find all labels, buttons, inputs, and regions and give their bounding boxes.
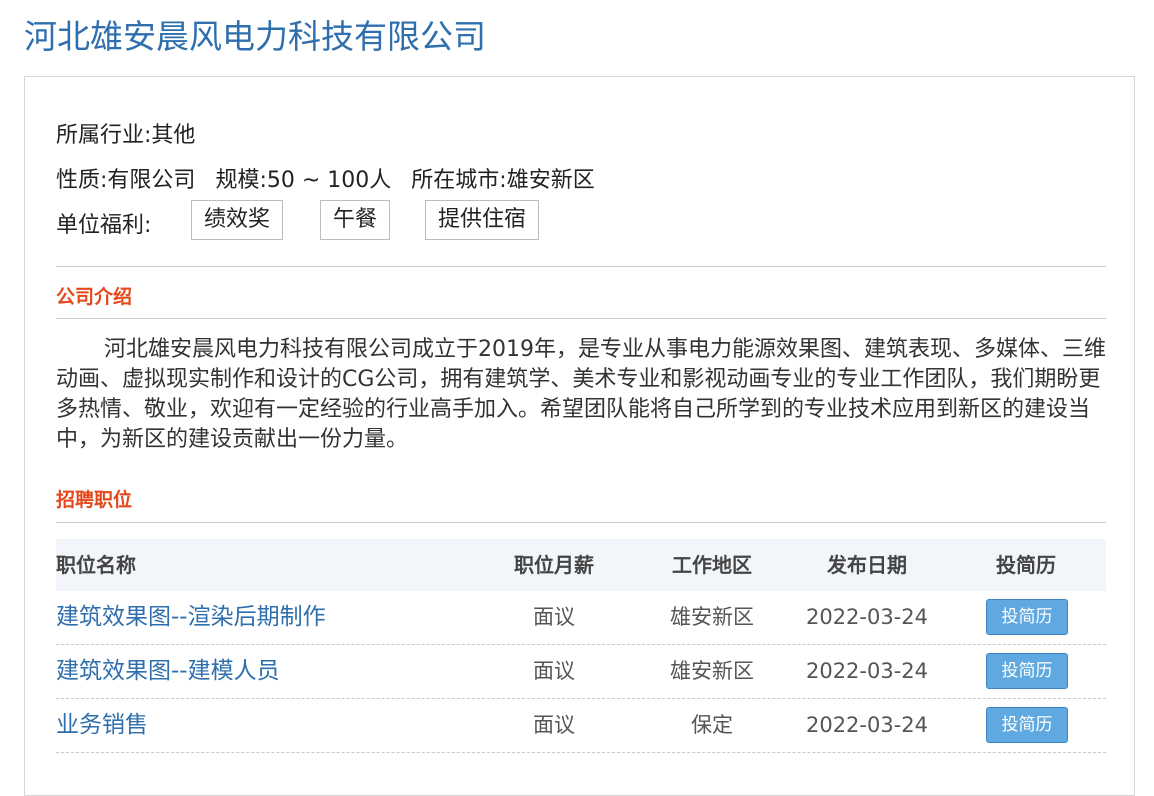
header-date: 发布日期	[827, 553, 907, 577]
jobs-section-title: 招聘职位	[56, 489, 133, 511]
job-title-link[interactable]: 建筑效果图--渲染后期制作	[56, 591, 326, 643]
company-intro-text: 河北雄安晨风电力科技有限公司成立于2019年，是专业从事电力能源效果图、建筑表现…	[56, 337, 1106, 452]
city-label: 所在城市:	[411, 168, 507, 193]
header-area: 工作地区	[672, 553, 752, 577]
apply-resume-button[interactable]: 投简历	[986, 599, 1068, 635]
apply-resume-button[interactable]: 投简历	[986, 653, 1068, 689]
nature-value: 有限公司	[107, 168, 196, 193]
welfare-tag: 午餐	[320, 200, 391, 240]
jobs-table-header: 职位名称 职位月薪 工作地区 发布日期 投简历	[56, 539, 1106, 591]
divider	[56, 266, 1106, 267]
header-job-name: 职位名称	[56, 553, 136, 577]
company-title: 河北雄安晨风电力科技有限公司	[24, 17, 486, 56]
basic-info-line: 性质:有限公司 规模:50 ~ 100人 所在城市:雄安新区	[56, 162, 595, 194]
job-area: 雄安新区	[670, 659, 754, 683]
company-panel: 所属行业:其他 性质:有限公司 规模:50 ~ 100人 所在城市:雄安新区 单位福…	[24, 76, 1135, 796]
apply-resume-button[interactable]: 投简历	[986, 707, 1068, 743]
welfare-tag: 提供住宿	[425, 200, 540, 240]
header-salary: 职位月薪	[514, 553, 594, 577]
industry-value: 其他	[151, 123, 196, 148]
job-title-link[interactable]: 建筑效果图--建模人员	[56, 645, 280, 697]
job-title-link[interactable]: 业务销售	[56, 699, 148, 751]
city-value: 雄安新区	[506, 168, 595, 193]
job-date: 2022-03-24	[805, 713, 929, 737]
welfare-tag: 绩效奖	[191, 200, 284, 240]
welfare-label: 单位福利:	[56, 213, 152, 238]
job-salary: 面议	[533, 605, 575, 629]
nature-label: 性质:	[56, 168, 108, 193]
job-salary: 面议	[533, 659, 575, 683]
job-salary: 面议	[533, 713, 575, 737]
divider	[56, 522, 1106, 523]
job-row: 建筑效果图--建模人员 面议 雄安新区 2022-03-24 投简历	[56, 645, 1106, 699]
header-apply: 投简历	[996, 553, 1056, 577]
job-row: 建筑效果图--渲染后期制作 面议 雄安新区 2022-03-24 投简历	[56, 591, 1106, 645]
industry-line: 所属行业:其他	[56, 117, 195, 149]
job-area: 保定	[691, 713, 733, 737]
job-date: 2022-03-24	[805, 605, 929, 629]
scale-value: 50 ~ 100人	[266, 168, 392, 193]
job-date: 2022-03-24	[805, 659, 929, 683]
scale-label: 规模:	[215, 168, 267, 193]
intro-section-title: 公司介绍	[56, 286, 133, 308]
job-area: 雄安新区	[670, 605, 754, 629]
industry-label: 所属行业:	[56, 123, 152, 148]
divider	[56, 318, 1106, 319]
job-row: 业务销售 面议 保定 2022-03-24 投简历	[56, 699, 1106, 753]
